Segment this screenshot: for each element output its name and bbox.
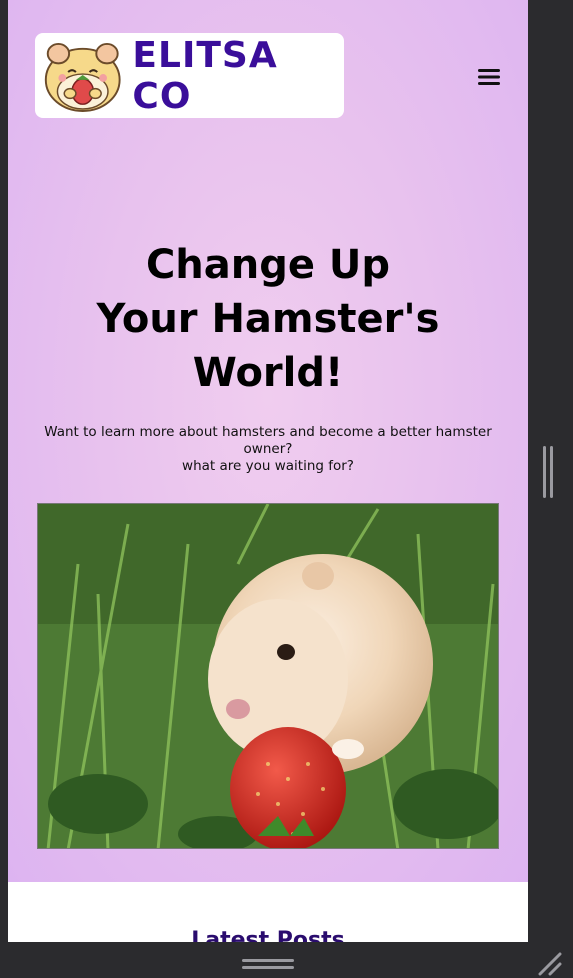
- menu-button[interactable]: [474, 63, 504, 91]
- hamster-logo-icon: [44, 42, 121, 112]
- drag-handle-icon[interactable]: [242, 958, 294, 970]
- hero-title-line: Your Hamster's: [96, 296, 440, 342]
- hero-subtitle-line: what are you waiting for?: [182, 458, 354, 474]
- hero-title-line: World!: [192, 350, 344, 396]
- hamster-strawberry-photo: [38, 504, 498, 848]
- hero-subtitle: Want to learn more about hamsters and be…: [38, 424, 498, 475]
- scrollbar-thumb[interactable]: [541, 445, 555, 499]
- hero-image: [37, 503, 499, 849]
- hero-subtitle-line: Want to learn more about hamsters and be…: [44, 424, 492, 440]
- hamburger-menu-icon: [478, 69, 500, 85]
- page-viewport: ELITSA CO Change Up Your Hamster's World…: [8, 0, 528, 942]
- resize-grip-icon[interactable]: [536, 950, 562, 976]
- hero-title-line: Change Up: [145, 242, 391, 288]
- hero-subtitle-line: owner?: [243, 441, 293, 457]
- hero-section: ELITSA CO Change Up Your Hamster's World…: [8, 0, 528, 882]
- brand-name: ELITSA CO: [132, 34, 278, 117]
- latest-posts-heading: Latest Posts: [191, 928, 345, 942]
- site-logo[interactable]: ELITSA CO: [35, 33, 344, 118]
- hero-title: Change Up Your Hamster's World!: [48, 238, 488, 400]
